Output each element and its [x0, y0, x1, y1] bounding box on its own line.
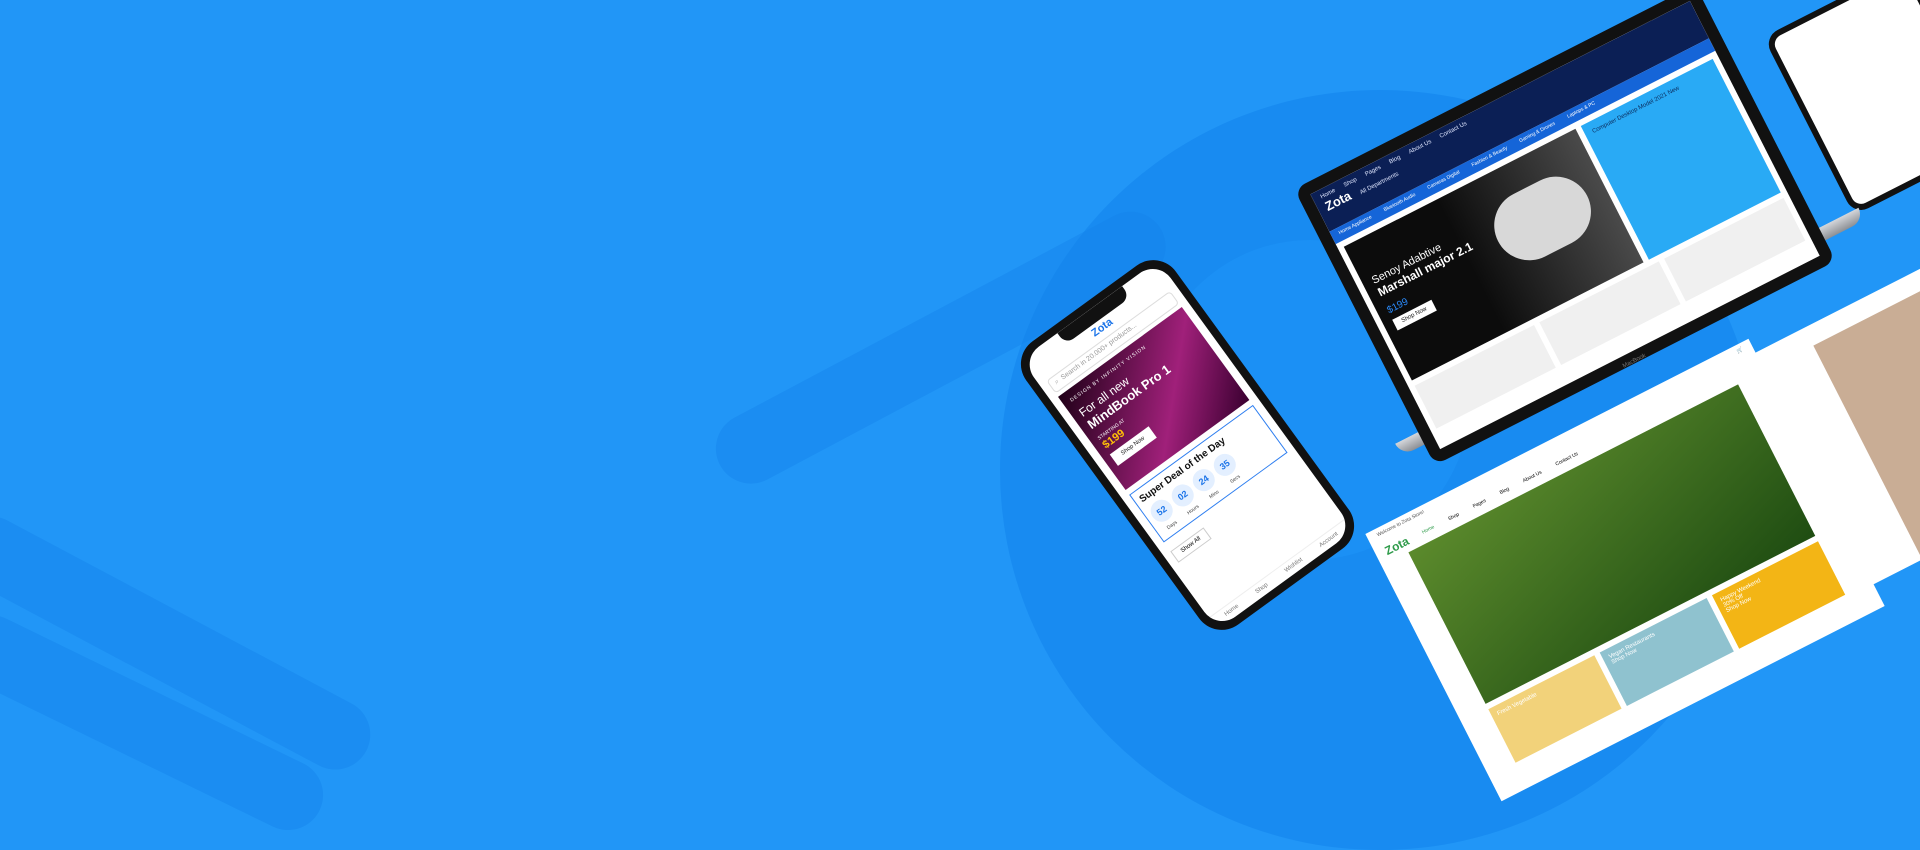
menu-item[interactable]: Pages: [1472, 498, 1487, 510]
grocery-logo: Zota: [1382, 533, 1412, 558]
menu-item[interactable]: Contact Us: [1439, 121, 1468, 140]
nav-wishlist[interactable]: Wishlist: [1284, 557, 1304, 574]
cart-icon: 🛒: [1735, 346, 1745, 356]
menu-item[interactable]: Pages: [1364, 165, 1382, 178]
nav-account[interactable]: Account: [1318, 531, 1339, 549]
menu-item[interactable]: Shop: [1343, 177, 1358, 189]
search-icon: ⌕: [1053, 378, 1061, 387]
menu-item[interactable]: Home: [1421, 524, 1436, 535]
nav-shop[interactable]: Shop: [1254, 582, 1269, 595]
menu-item[interactable]: About Us: [1522, 469, 1543, 484]
nav-home[interactable]: Home: [1224, 603, 1240, 617]
menu-item[interactable]: Blog: [1499, 486, 1511, 496]
menu-item[interactable]: Shop: [1447, 512, 1460, 523]
menu-item[interactable]: About Us: [1408, 139, 1433, 156]
menu-item[interactable]: Blog: [1388, 155, 1401, 166]
menu-item[interactable]: Contact Us: [1555, 451, 1580, 468]
